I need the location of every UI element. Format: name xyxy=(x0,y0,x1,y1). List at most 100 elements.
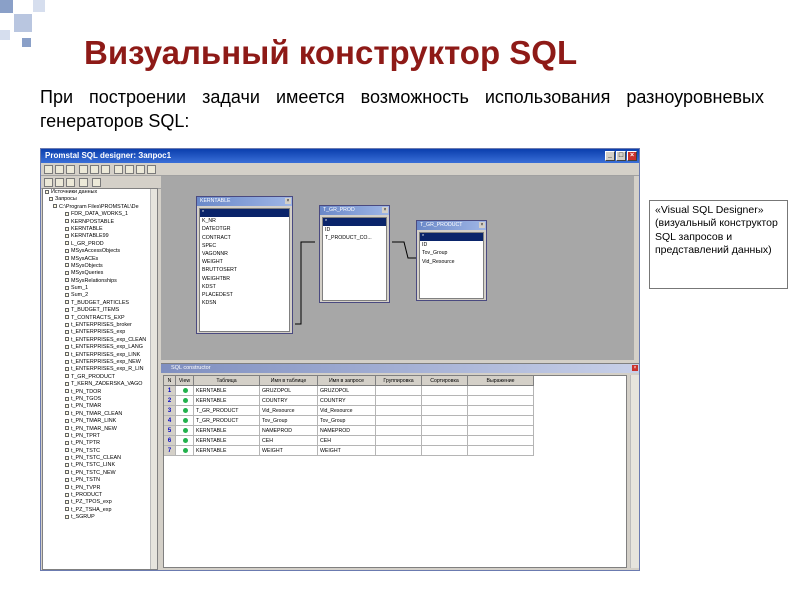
tree-item[interactable]: t_PN_TSTC_LINK xyxy=(43,462,157,469)
tree-item[interactable]: t_PN_TMAR_LINK xyxy=(43,418,157,425)
table-row[interactable]: 6 KERNTABLE CEH CEH xyxy=(164,436,626,446)
grid-icon[interactable] xyxy=(125,165,134,174)
tree-item[interactable]: t_PZ_TSHA_exp xyxy=(43,507,157,514)
grid-cell[interactable]: CEH xyxy=(318,436,376,446)
grid-cell[interactable] xyxy=(468,406,534,416)
table-field[interactable]: KDSN xyxy=(200,299,289,307)
tree-item[interactable]: Источники данных xyxy=(43,189,157,196)
tree-item[interactable]: KERNTABLE99 xyxy=(43,233,157,240)
tree-item[interactable]: MSysObjects xyxy=(43,263,157,270)
column-header[interactable]: Таблица xyxy=(194,376,260,386)
close-icon[interactable]: × xyxy=(382,207,388,213)
grid-cell[interactable] xyxy=(468,416,534,426)
table-field[interactable]: BRUTTOSERT xyxy=(200,266,289,274)
column-header[interactable]: Имя в таблице xyxy=(260,376,318,386)
tree-scrollbar[interactable] xyxy=(150,189,157,569)
grid-cell[interactable]: Vid_Resource xyxy=(318,406,376,416)
run-icon[interactable] xyxy=(114,165,123,174)
view-checkbox[interactable] xyxy=(176,426,194,436)
view-checkbox[interactable] xyxy=(176,416,194,426)
table-window-t-gr-product[interactable]: T_GR_PRODUCT × * ID Tov_Group Vid_Resource xyxy=(416,220,487,301)
table-field[interactable]: WEIGHT xyxy=(200,258,289,266)
tree-item[interactable]: t_PN_TMAR xyxy=(43,403,157,410)
grid-cell[interactable]: COUNTRY xyxy=(260,396,318,406)
new-icon[interactable] xyxy=(44,165,53,174)
grid-cell[interactable]: T_GR_PRODUCT xyxy=(194,416,260,426)
table-row[interactable]: 4 T_GR_PRODUCT Tov_Group Tov_Group xyxy=(164,416,626,426)
maximize-button[interactable]: □ xyxy=(616,151,626,161)
tree-item[interactable]: T_KERN_ZADERSKA_VAGO xyxy=(43,381,157,388)
tree-item[interactable]: t_ENTERPRISES_exp_LINK xyxy=(43,352,157,359)
table-field[interactable]: DATEOTGR xyxy=(200,225,289,233)
table-field[interactable]: KDST xyxy=(200,283,289,291)
view-checkbox[interactable] xyxy=(176,386,194,396)
tree-item[interactable]: t_SGRUP xyxy=(43,514,157,521)
tree-item[interactable]: T_CONTRACTS_EXP xyxy=(43,315,157,322)
tree-item[interactable]: t_PN_TPRT xyxy=(43,433,157,440)
tree-item[interactable]: MSysQueries xyxy=(43,270,157,277)
grid-cell[interactable]: KERNTABLE xyxy=(194,426,260,436)
tree-item[interactable]: T_BUDGET_ARTICLES xyxy=(43,300,157,307)
tree-item[interactable]: MSysRelationships xyxy=(43,278,157,285)
grid-cell[interactable]: Tov_Group xyxy=(318,416,376,426)
table-window-t-gr-prod[interactable]: T_GR_PROD × * ID T_PRODUCT_CO... xyxy=(319,205,390,303)
grid-cell[interactable] xyxy=(376,426,422,436)
table-row[interactable]: 7 KERNTABLE WEIGHT WEIGHT xyxy=(164,446,626,456)
grid-cell[interactable]: KERNTABLE xyxy=(194,436,260,446)
table-field[interactable]: ID xyxy=(323,226,386,234)
tree-item[interactable]: t_PZ_TPOS_exp xyxy=(43,499,157,506)
table-field[interactable]: CONTRACT xyxy=(200,234,289,242)
tree-item[interactable]: t_PN_TMAR_NEW xyxy=(43,426,157,433)
grid-cell[interactable] xyxy=(422,436,468,446)
table-field[interactable]: * xyxy=(420,233,483,242)
properties-icon[interactable] xyxy=(136,165,145,174)
column-header[interactable]: Сортировка xyxy=(422,376,468,386)
tree-item[interactable]: t_PN_TMAR_CLEAN xyxy=(43,411,157,418)
tree-item[interactable]: t_ENTERPRISES_exp_LANG xyxy=(43,344,157,351)
grid-cell[interactable] xyxy=(468,386,534,396)
folder-icon[interactable] xyxy=(44,178,53,187)
table-field[interactable]: PLACEDEST xyxy=(200,291,289,299)
table-field[interactable]: T_PRODUCT_CO... xyxy=(323,234,386,242)
tree-item[interactable]: t_PN_TSTC_CLEAN xyxy=(43,455,157,462)
tree-item[interactable]: Sum_1 xyxy=(43,285,157,292)
view-checkbox[interactable] xyxy=(176,446,194,456)
grid-cell[interactable]: GRUZOPOL xyxy=(318,386,376,396)
table-field[interactable]: Tov_Group xyxy=(420,249,483,257)
designer-scrollbar[interactable] xyxy=(634,176,639,360)
tree-item[interactable]: KERNPOSTABLE xyxy=(43,219,157,226)
delete-icon[interactable] xyxy=(79,178,88,187)
grid-cell[interactable]: Vid_Resource xyxy=(260,406,318,416)
open-icon[interactable] xyxy=(55,165,64,174)
close-icon[interactable]: × xyxy=(479,222,485,228)
grid-cell[interactable]: NAMEPROD xyxy=(260,426,318,436)
close-icon[interactable]: × xyxy=(285,198,291,204)
binoculars-icon[interactable] xyxy=(66,178,75,187)
table-row[interactable]: 1 KERNTABLE GRUZOPOL GRUZOPOL xyxy=(164,386,626,396)
tree-item[interactable]: t_PN_TSTC xyxy=(43,448,157,455)
tree-item[interactable]: t_PN_TSTC_NEW xyxy=(43,470,157,477)
grid-cell[interactable] xyxy=(422,416,468,426)
column-header[interactable]: Имя в запросе xyxy=(318,376,376,386)
data-sources-tree[interactable]: Источники данных Запросы C:\Program Files\… xyxy=(42,188,158,570)
table-field[interactable]: * xyxy=(200,209,289,218)
grid-cell[interactable] xyxy=(376,386,422,396)
grid-cell[interactable] xyxy=(422,386,468,396)
tree-item[interactable]: t_PN_TGOS xyxy=(43,396,157,403)
minimize-button[interactable]: _ xyxy=(605,151,615,161)
table-field[interactable]: ID xyxy=(420,241,483,249)
grid-cell[interactable]: KERNTABLE xyxy=(194,396,260,406)
grid-cell[interactable]: COUNTRY xyxy=(318,396,376,406)
grid-cell[interactable] xyxy=(422,426,468,436)
view-checkbox[interactable] xyxy=(176,406,194,416)
view-checkbox[interactable] xyxy=(176,436,194,446)
sql-constructor-grid[interactable]: N View Таблица Имя в таблице Имя в запросе Гр… xyxy=(163,375,627,568)
table-row[interactable]: 2 KERNTABLE COUNTRY COUNTRY xyxy=(164,396,626,406)
grid-cell[interactable] xyxy=(422,446,468,456)
tree-item[interactable]: MSysAccessObjects xyxy=(43,248,157,255)
tree-item[interactable]: t_PN_TSTN xyxy=(43,477,157,484)
grid-cell[interactable]: KERNTABLE xyxy=(194,446,260,456)
tree-item[interactable]: t_PN_TPTR xyxy=(43,440,157,447)
close-button[interactable]: × xyxy=(627,151,637,161)
grid-cell[interactable]: T_GR_PRODUCT xyxy=(194,406,260,416)
